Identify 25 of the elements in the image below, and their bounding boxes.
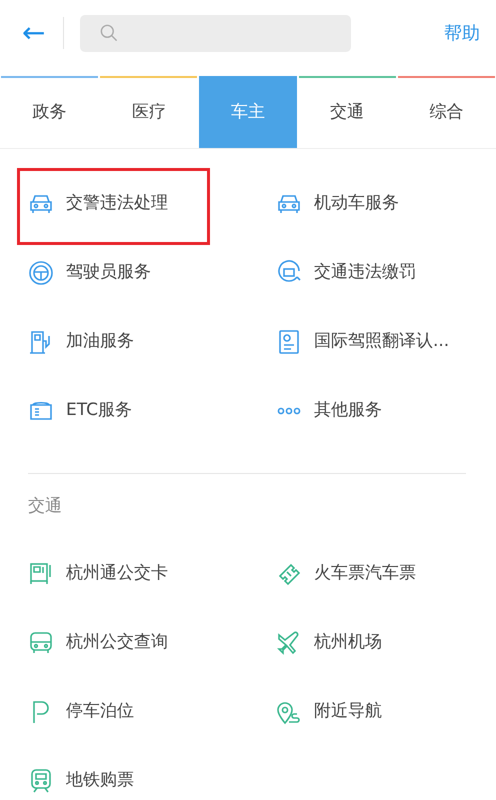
bus-card-icon xyxy=(28,561,54,587)
map-pin-icon xyxy=(276,699,302,725)
document-icon xyxy=(276,328,302,354)
service-link[interactable]: 其他服务 xyxy=(314,398,382,424)
section-heading: 交通 xyxy=(27,495,63,518)
train-icon xyxy=(28,768,54,794)
service-link[interactable]: 杭州公交查询 xyxy=(66,630,168,656)
service-link[interactable]: 附近导航 xyxy=(314,699,382,725)
steering-wheel-icon xyxy=(28,260,54,286)
service-link[interactable]: 机动车服务 xyxy=(314,190,399,216)
service-link[interactable]: 杭州机场 xyxy=(314,630,382,656)
service-link[interactable]: 驾驶员服务 xyxy=(66,260,151,286)
search-field[interactable] xyxy=(80,14,352,52)
service-link[interactable]: 停车泊位 xyxy=(66,699,134,725)
bus-icon xyxy=(28,630,54,656)
more-dots-icon xyxy=(276,406,302,414)
service-link[interactable]: 杭州通公交卡 xyxy=(66,561,168,587)
ticket-icon xyxy=(276,561,302,587)
service-link[interactable]: 国际驾照翻译认... xyxy=(314,328,450,354)
service-link[interactable]: 加油服务 xyxy=(66,328,134,354)
service-link[interactable]: 火车票汽车票 xyxy=(314,561,416,587)
service-link[interactable]: 交警违法处理 xyxy=(66,190,168,216)
service-link[interactable]: ETC服务 xyxy=(66,398,132,424)
service-link[interactable]: 交通违法缴罚 xyxy=(314,260,416,286)
service-link[interactable]: 地铁购票 xyxy=(66,768,134,794)
